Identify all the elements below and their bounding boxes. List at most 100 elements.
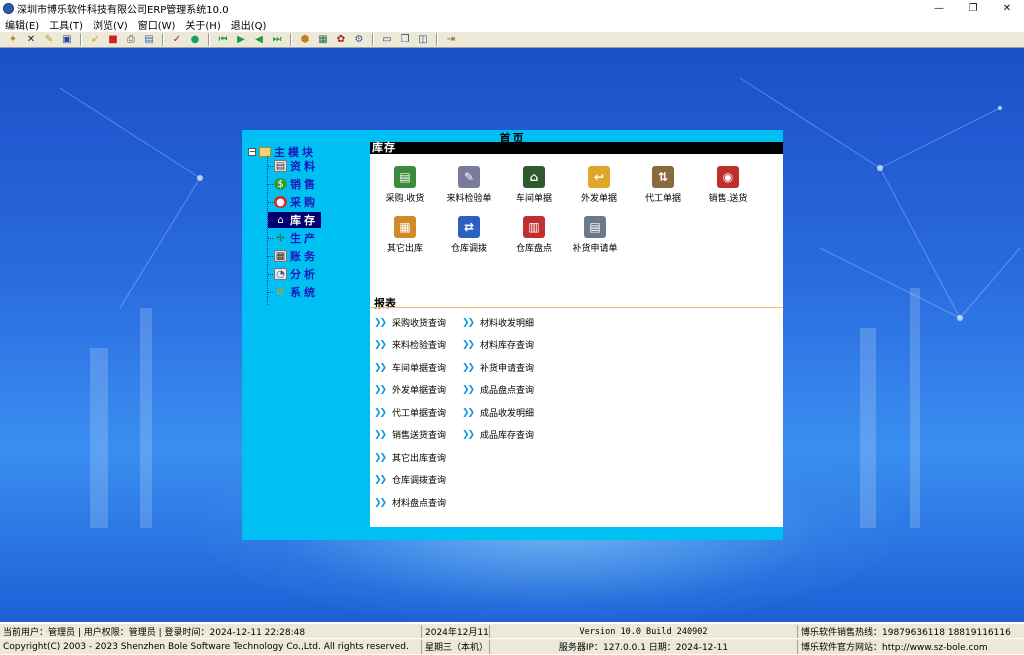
module-tree: − 主模块 ▤ 资料 $ 销售 ● 采购 ⌂ 库存 ✣ 生产 ▦ 账务 ◔ 分析… — [246, 142, 366, 307]
inventory-item-purchase-receipt[interactable]: ▤ 采购.收货 — [374, 166, 436, 204]
oem-doc-icon: ⇅ — [652, 166, 674, 188]
report-link[interactable]: ❯❯ 代工单据查询 — [374, 406, 446, 419]
report-icon[interactable]: ✿ — [334, 33, 348, 46]
toolbar-separator — [372, 33, 374, 46]
folder-icon — [259, 147, 271, 157]
inventory-item-sales-delivery[interactable]: ◉ 销售.送货 — [697, 166, 759, 204]
report-link[interactable]: ❯❯ 其它出库查询 — [374, 451, 446, 464]
tree-branch — [268, 273, 273, 275]
tree-item-purchase[interactable]: ● 采购 — [268, 194, 321, 210]
inventory-item-label: 来料检验单 — [446, 194, 492, 204]
outsource-doc-icon: ↩ — [588, 166, 610, 188]
report-link[interactable]: ❯❯ 成品库存查询 — [462, 428, 534, 441]
tree-item-production[interactable]: ✣ 生产 — [268, 230, 321, 246]
window-tile-icon[interactable]: ▭ — [380, 33, 394, 46]
check-icon[interactable]: ✓ — [170, 33, 184, 46]
tree-item-data[interactable]: ▤ 资料 — [268, 158, 321, 174]
window-split-icon[interactable]: ◫ — [416, 33, 430, 46]
report-link[interactable]: ❯❯ 仓库调拨查询 — [374, 473, 446, 486]
restore-button[interactable]: ❐ — [956, 0, 990, 17]
menu-window[interactable]: 窗口(W) — [133, 17, 181, 32]
delete-icon[interactable]: ✕ — [24, 33, 38, 46]
report-link-label: 仓库调拨查询 — [392, 476, 447, 486]
status-website[interactable]: 博乐软件官方网站：http://www.sz-bole.com — [798, 640, 1024, 654]
print-icon[interactable]: ⎙ — [124, 33, 138, 46]
accounting-icon: ▦ — [274, 250, 287, 262]
collapse-icon[interactable]: − — [248, 148, 256, 156]
first-icon[interactable]: ⏮ — [216, 33, 230, 46]
inventory-item-replenish-request[interactable]: ▤ 补货申请单 — [564, 216, 626, 254]
inventory-item-workshop-doc[interactable]: ⌂ 车间单据 — [503, 166, 565, 204]
report-link[interactable]: ❯❯ 材料盘点查询 — [374, 496, 446, 509]
menu-about[interactable]: 关于(H) — [180, 17, 225, 32]
report-link[interactable]: ❯❯ 成品盘点查询 — [462, 383, 534, 396]
double-chevron-icon: ❯❯ — [374, 407, 387, 418]
save-icon[interactable]: ▣ — [60, 33, 74, 46]
inventory-item-label: 代工单据 — [644, 194, 681, 204]
report-link[interactable]: ❯❯ 来料检验查询 — [374, 338, 446, 351]
print-preview-icon[interactable]: ▤ — [142, 33, 156, 46]
last-icon[interactable]: ⏭ — [270, 33, 284, 46]
minimize-button[interactable]: — — [922, 0, 956, 17]
export-icon[interactable]: ⬢ — [298, 33, 312, 46]
inventory-item-warehouse-count[interactable]: ▥ 仓库盘点 — [503, 216, 565, 254]
double-chevron-icon: ❯❯ — [462, 407, 475, 418]
inventory-item-incoming-inspection[interactable]: ✎ 来料检验单 — [438, 166, 500, 204]
warehouse-count-icon: ▥ — [523, 216, 545, 238]
menu-tools[interactable]: 工具(T) — [44, 17, 88, 32]
stop-icon[interactable]: ■ — [106, 33, 120, 46]
double-chevron-icon: ❯❯ — [462, 384, 475, 395]
refresh-icon[interactable]: ● — [188, 33, 202, 46]
inventory-item-warehouse-transfer[interactable]: ⇄ 仓库调拨 — [438, 216, 500, 254]
settings-icon[interactable]: ⚙ — [352, 33, 366, 46]
app-icon — [3, 3, 14, 14]
calculator-icon[interactable]: ▦ — [316, 33, 330, 46]
tree-item-sales[interactable]: $ 销售 — [268, 176, 321, 192]
tree-branch — [268, 255, 273, 257]
inventory-section-header: 库存 — [370, 142, 783, 154]
purchase-receipt-icon: ▤ — [394, 166, 416, 188]
report-link-label: 材料盘点查询 — [392, 499, 447, 509]
sales-delivery-icon: ◉ — [717, 166, 739, 188]
next-icon[interactable]: ▶ — [234, 33, 248, 46]
content-area: 库存 ▤ 采购.收货 ✎ 来料检验单 ⌂ 车间单据 ↩ 外发单据 ⇅ 代工单据 … — [370, 142, 783, 527]
inventory-item-label: 采购.收货 — [385, 194, 425, 204]
home-panel: 首页 − 主模块 ▤ 资料 $ 销售 ● 采购 ⌂ 库存 ✣ 生产 ▦ 账务 ◔… — [242, 130, 783, 540]
edit-icon[interactable]: ✎ — [42, 33, 56, 46]
report-link[interactable]: ❯❯ 车间单据查询 — [374, 361, 446, 374]
tree-item-analysis[interactable]: ◔ 分析 — [268, 266, 321, 282]
window-controls: — ❐ ✕ — [922, 0, 1024, 17]
inventory-item-outsource-doc[interactable]: ↩ 外发单据 — [568, 166, 630, 204]
inventory-item-label: 补货申请单 — [572, 244, 618, 254]
inventory-item-other-outbound[interactable]: ▦ 其它出库 — [374, 216, 436, 254]
close-button[interactable]: ✕ — [990, 0, 1024, 17]
report-link[interactable]: ❯❯ 销售送货查询 — [374, 428, 446, 441]
exit-icon[interactable]: ⇥ — [444, 33, 458, 46]
tree-item-inventory[interactable]: ⌂ 库存 — [268, 212, 321, 228]
report-link-label: 材料收发明细 — [480, 319, 535, 329]
tree-item-system[interactable]: ⚙ 系统 — [268, 284, 321, 300]
report-link[interactable]: ❯❯ 采购收货查询 — [374, 316, 446, 329]
workshop-doc-icon: ⌂ — [523, 166, 545, 188]
window-cascade-icon[interactable]: ❐ — [398, 33, 412, 46]
inventory-item-label: 销售.送货 — [708, 194, 748, 204]
report-link-label: 采购收货查询 — [392, 319, 447, 329]
report-link-label: 成品库存查询 — [480, 431, 535, 441]
wizard-icon[interactable]: ✦ — [6, 33, 20, 46]
approve-icon[interactable]: ➶ — [88, 33, 102, 46]
report-link[interactable]: ❯❯ 成品收发明细 — [462, 406, 534, 419]
report-link[interactable]: ❯❯ 外发单据查询 — [374, 383, 446, 396]
menu-edit[interactable]: 编辑(E) — [0, 17, 44, 32]
report-link-label: 来料检验查询 — [392, 341, 447, 351]
previous-icon[interactable]: ◀ — [252, 33, 266, 46]
incoming-inspection-icon: ✎ — [458, 166, 480, 188]
menu-view[interactable]: 浏览(V) — [88, 17, 133, 32]
status-user-info: 当前用户：管理员 | 用户权限：管理员 | 登录时间：2024-12-11 22… — [0, 624, 422, 639]
warehouse-icon: ⌂ — [277, 214, 284, 226]
report-link[interactable]: ❯❯ 材料收发明细 — [462, 316, 534, 329]
inventory-item-oem-doc[interactable]: ⇅ 代工单据 — [632, 166, 694, 204]
tree-item-accounting[interactable]: ▦ 账务 — [268, 248, 321, 264]
menu-exit[interactable]: 退出(Q) — [226, 17, 272, 32]
report-link[interactable]: ❯❯ 材料库存查询 — [462, 338, 534, 351]
report-link[interactable]: ❯❯ 补货申请查询 — [462, 361, 534, 374]
